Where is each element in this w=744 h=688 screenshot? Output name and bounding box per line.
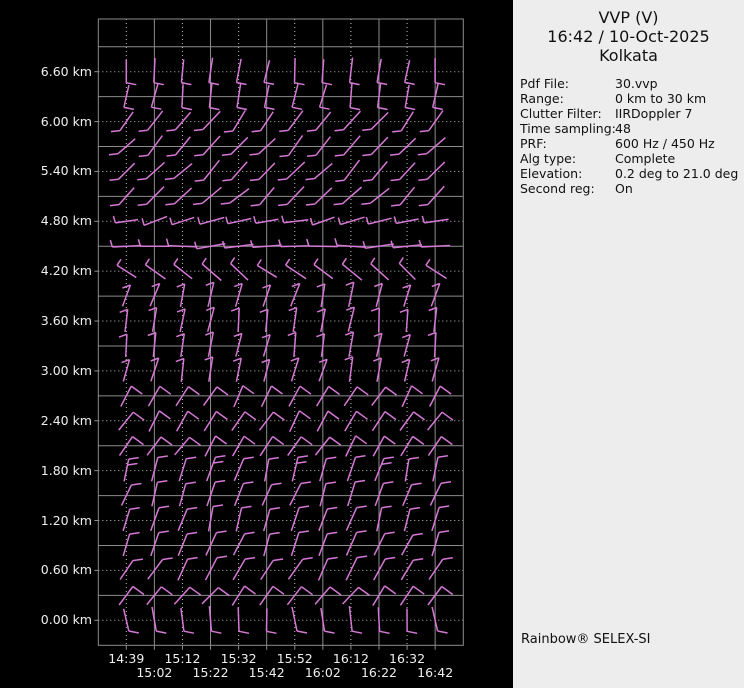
- y-axis-label: 4.80 km: [40, 213, 92, 229]
- field-value: 0.2 deg to 21.0 deg: [615, 166, 739, 181]
- metadata-row: Elevation: 0.2 deg to 21.0 deg: [513, 166, 744, 181]
- y-axis-label: 6.60 km: [40, 63, 92, 79]
- field-value: 0 km to 30 km: [615, 91, 707, 106]
- vvp-application-window: Step: 0.30 km VVP 6.60 km6.00 km5.40 km4…: [0, 0, 744, 688]
- y-axis-label: 0.60 km: [40, 562, 92, 578]
- wind-barb-chart: [0, 0, 513, 688]
- field-value: 30.vvp: [615, 76, 658, 91]
- field-label: Pdf File:: [520, 76, 569, 91]
- x-axis-label: 15:02: [136, 665, 173, 680]
- field-label: PRF:: [520, 136, 547, 151]
- field-label: Range:: [520, 91, 564, 106]
- x-axis-label: 16:02: [304, 665, 341, 680]
- x-axis-label: 15:42: [248, 665, 285, 680]
- metadata-row: Second reg: On: [513, 181, 744, 196]
- y-axis-label: 1.20 km: [40, 512, 92, 528]
- plot-background: [0, 0, 513, 688]
- field-value: On: [615, 181, 633, 196]
- panel-site-name: Kolkata: [599, 46, 658, 65]
- x-axis-label: 15:52: [276, 651, 313, 666]
- x-axis-label: 16:32: [389, 651, 426, 666]
- metadata-fields: Pdf File: 30.vvp Range: 0 km to 30 km Clutte…: [513, 76, 744, 196]
- y-axis-label: 1.80 km: [40, 462, 92, 478]
- field-label: Second reg:: [520, 181, 595, 196]
- field-label: Time sampling:: [520, 121, 616, 136]
- field-label: Clutter Filter:: [520, 106, 602, 121]
- metadata-row: Range: 0 km to 30 km: [513, 91, 744, 106]
- y-axis-label: 3.00 km: [40, 362, 92, 378]
- y-axis-label: 4.20 km: [40, 263, 92, 279]
- x-axis-label: 15:32: [220, 651, 257, 666]
- metadata-row: Pdf File: 30.vvp: [513, 76, 744, 91]
- field-label: Elevation:: [520, 166, 583, 181]
- x-axis-label: 14:39: [108, 651, 145, 666]
- metadata-row: PRF: 600 Hz / 450 Hz: [513, 136, 744, 151]
- field-label: Alg type:: [520, 151, 577, 166]
- field-value: 600 Hz / 450 Hz: [615, 136, 715, 151]
- x-axis-label: 16:22: [360, 665, 397, 680]
- metadata-row: Clutter Filter: IIRDoppler 7: [513, 106, 744, 121]
- metadata-row: Time sampling: 48: [513, 121, 744, 136]
- panel-product-title: VVP (V): [598, 8, 659, 27]
- field-value: Complete: [615, 151, 676, 166]
- metadata-row: Alg type: Complete: [513, 151, 744, 166]
- x-axis-label: 15:12: [164, 651, 201, 666]
- y-axis-label: 6.00 km: [40, 113, 92, 129]
- brand-label: Rainbow® SELEX-SI: [521, 632, 651, 647]
- y-axis-label: 3.60 km: [40, 313, 92, 329]
- info-panel: VVP (V) 16:42 / 10-Oct-2025 Kolkata Pdf …: [513, 0, 744, 688]
- x-axis-label: 16:42: [417, 665, 454, 680]
- panel-datetime: 16:42 / 10-Oct-2025: [547, 27, 710, 46]
- x-axis-label: 15:22: [192, 665, 229, 680]
- y-axis-label: 5.40 km: [40, 163, 92, 179]
- y-axis-label: 0.00 km: [40, 612, 92, 628]
- x-axis-label: 16:12: [332, 651, 369, 666]
- field-value: IIRDoppler 7: [615, 106, 693, 121]
- y-axis-label: 2.40 km: [40, 412, 92, 428]
- field-value: 48: [615, 121, 631, 136]
